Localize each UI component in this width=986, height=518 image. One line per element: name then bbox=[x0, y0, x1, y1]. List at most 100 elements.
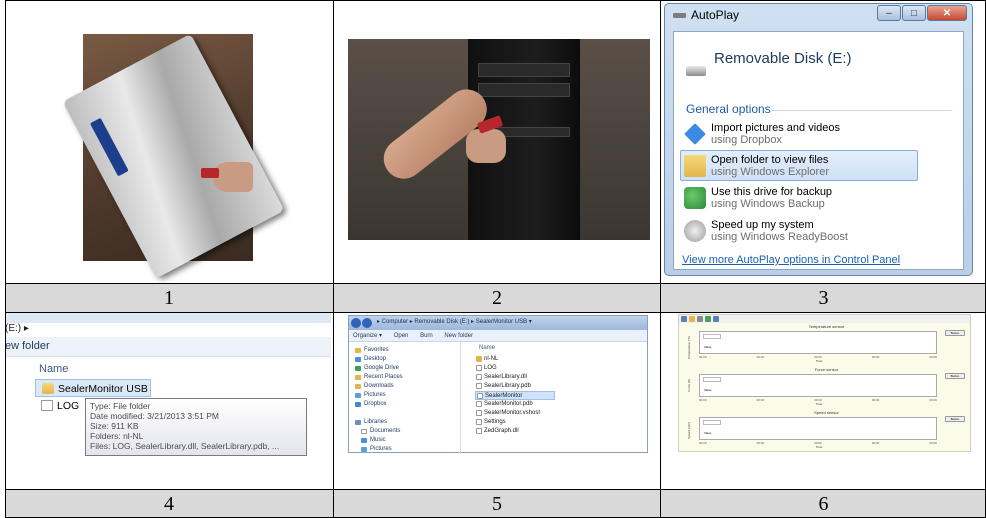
caption-4: 4 bbox=[5, 490, 333, 518]
list-item[interactable]: nl-NL bbox=[475, 355, 555, 364]
new-folder-button[interactable]: New folder bbox=[444, 333, 473, 339]
folder-icon bbox=[42, 383, 54, 394]
x-axis-label: Time bbox=[815, 359, 823, 363]
nav-item[interactable]: Pictures bbox=[355, 392, 386, 398]
item-name: SealerMonitor USB bbox=[58, 383, 148, 395]
column-header-name[interactable]: Name bbox=[479, 345, 495, 351]
y-axis-label: Speed (rpm) bbox=[687, 422, 691, 439]
nav-libraries[interactable]: Libraries bbox=[355, 419, 387, 425]
option-title: Import pictures and videos bbox=[711, 122, 841, 134]
section-divider bbox=[772, 110, 952, 111]
option-speed-up[interactable]: Speed up my system using Windows ReadyBo… bbox=[680, 215, 918, 246]
legend-label: Value bbox=[704, 388, 712, 392]
caption-5: 5 bbox=[334, 490, 660, 518]
item-name: nl-NL bbox=[484, 356, 499, 362]
maximize-button[interactable]: □ bbox=[902, 5, 926, 21]
legend-label: Value bbox=[704, 345, 712, 349]
libraries-icon bbox=[355, 420, 361, 425]
drive-icon bbox=[673, 13, 686, 18]
grid-line bbox=[5, 0, 986, 1]
item-name: ZedGraph.dll bbox=[484, 428, 519, 434]
cell-5: ▸ Computer ▸ Removable Disk (E:) ▸ Seale… bbox=[334, 313, 660, 489]
hand bbox=[213, 162, 253, 192]
list-item[interactable]: SealerLibrary.dll bbox=[475, 373, 555, 382]
explorer-window: ▸ Computer ▸ Removable Disk (E:) ▸ Seale… bbox=[348, 315, 648, 454]
save-icon[interactable] bbox=[681, 316, 687, 322]
nav-item[interactable]: Downloads bbox=[355, 383, 394, 389]
column-header-name[interactable]: Name bbox=[39, 363, 68, 375]
option-import-pictures[interactable]: Import pictures and videos using Dropbox bbox=[680, 118, 918, 149]
minimize-button[interactable]: – bbox=[877, 5, 901, 21]
tooltip-line: Date modified: 3/21/2013 3:51 PM bbox=[90, 411, 219, 421]
burn-button[interactable]: Burn bbox=[420, 333, 433, 339]
tooltip-line: Type: File folder bbox=[90, 401, 151, 411]
x-axis-label: Time bbox=[815, 402, 823, 406]
drive-name: Removable Disk (E:) bbox=[714, 50, 852, 67]
app-icon bbox=[477, 393, 483, 399]
control-panel bbox=[89, 117, 129, 177]
chart-button[interactable]: Button bbox=[945, 330, 965, 336]
list-item[interactable]: ZedGraph.dll bbox=[475, 427, 555, 436]
item-name: SealerMonitor.vshost bbox=[484, 410, 541, 416]
cell-1 bbox=[5, 0, 333, 283]
nav-item[interactable]: Documents bbox=[361, 428, 400, 434]
nav-item[interactable]: Recent Places bbox=[355, 374, 403, 380]
file-icon bbox=[41, 400, 53, 411]
option-open-folder[interactable]: Open folder to view files using Windows … bbox=[680, 150, 918, 181]
tooltip-line: Files: LOG, SealerLibrary.dll, SealerLib… bbox=[90, 441, 280, 451]
list-item[interactable]: SealerMonitor USB bbox=[35, 379, 151, 397]
cell-3: AutoPlay – □ ✕ Removable Disk (E:) Gener… bbox=[661, 0, 986, 283]
nav-favorites[interactable]: Favorites bbox=[355, 347, 389, 353]
nav-item[interactable]: Google Drive bbox=[355, 365, 399, 371]
window-controls: – □ ✕ bbox=[876, 5, 967, 21]
list-item[interactable]: SealerMonitor.vshost bbox=[475, 409, 555, 418]
list-item[interactable]: SealerMonitor.pdb bbox=[475, 400, 555, 409]
open-icon[interactable] bbox=[689, 316, 695, 322]
star-icon bbox=[355, 348, 361, 353]
list-item[interactable]: SealerMonitor bbox=[475, 391, 555, 400]
list-item[interactable]: LOG bbox=[475, 364, 555, 373]
settings-file-icon bbox=[476, 419, 482, 425]
nav-label: Pictures bbox=[364, 392, 386, 398]
nav-item[interactable]: Music bbox=[361, 437, 386, 443]
back-icon[interactable] bbox=[351, 318, 361, 328]
settings-icon[interactable] bbox=[697, 316, 703, 322]
item-name: SealerMonitor bbox=[485, 393, 523, 399]
chart-button[interactable]: Button bbox=[945, 373, 965, 379]
close-button[interactable]: ✕ bbox=[927, 5, 967, 21]
item-name: LOG bbox=[57, 400, 80, 412]
nav-item[interactable]: Desktop bbox=[355, 356, 386, 362]
item-name: SealerMonitor.pdb bbox=[484, 401, 533, 407]
usb-stick bbox=[201, 168, 219, 178]
caption-2: 2 bbox=[334, 284, 660, 312]
option-title: Open folder to view files bbox=[711, 154, 829, 166]
address-bar[interactable]: ▸ Computer ▸ Removable Disk (E:) ▸ Seale… bbox=[377, 318, 532, 325]
open-button[interactable]: Open bbox=[394, 333, 409, 339]
figure-grid: AutoPlay – □ ✕ Removable Disk (E:) Gener… bbox=[5, 0, 986, 518]
file-icon bbox=[476, 428, 482, 434]
nav-label: Dropbox bbox=[364, 401, 387, 407]
option-title: Speed up my system bbox=[711, 219, 814, 231]
tooltip-line: Folders: nl-NL bbox=[90, 431, 144, 441]
list-item[interactable]: SealerLibrary.pdb bbox=[475, 382, 555, 391]
address-bar[interactable]: (E:) ▸ bbox=[5, 323, 29, 334]
list-item[interactable]: Settings bbox=[475, 418, 555, 427]
caption-1: 1 bbox=[5, 284, 333, 312]
file-icon bbox=[476, 401, 482, 407]
organize-button[interactable]: Organize ▾ bbox=[353, 333, 382, 339]
export-icon[interactable] bbox=[713, 316, 719, 322]
forward-icon[interactable] bbox=[362, 318, 372, 328]
control-panel-link[interactable]: View more AutoPlay options in Control Pa… bbox=[682, 254, 900, 266]
caption-6: 6 bbox=[661, 490, 986, 518]
folder-icon bbox=[684, 155, 706, 177]
y-axis-label: Force (N) bbox=[687, 379, 691, 392]
new-folder-button[interactable]: ew folder bbox=[5, 340, 50, 352]
option-backup[interactable]: Use this drive for backup using Windows … bbox=[680, 182, 918, 213]
nav-item[interactable]: Dropbox bbox=[355, 401, 387, 407]
photo-sealer-usb bbox=[62, 33, 285, 279]
desktop-icon bbox=[355, 357, 361, 362]
chart-button[interactable]: Button bbox=[945, 416, 965, 422]
chart-icon[interactable] bbox=[705, 316, 711, 322]
nav-item[interactable]: Pictures bbox=[361, 446, 392, 452]
file-icon bbox=[476, 365, 482, 371]
